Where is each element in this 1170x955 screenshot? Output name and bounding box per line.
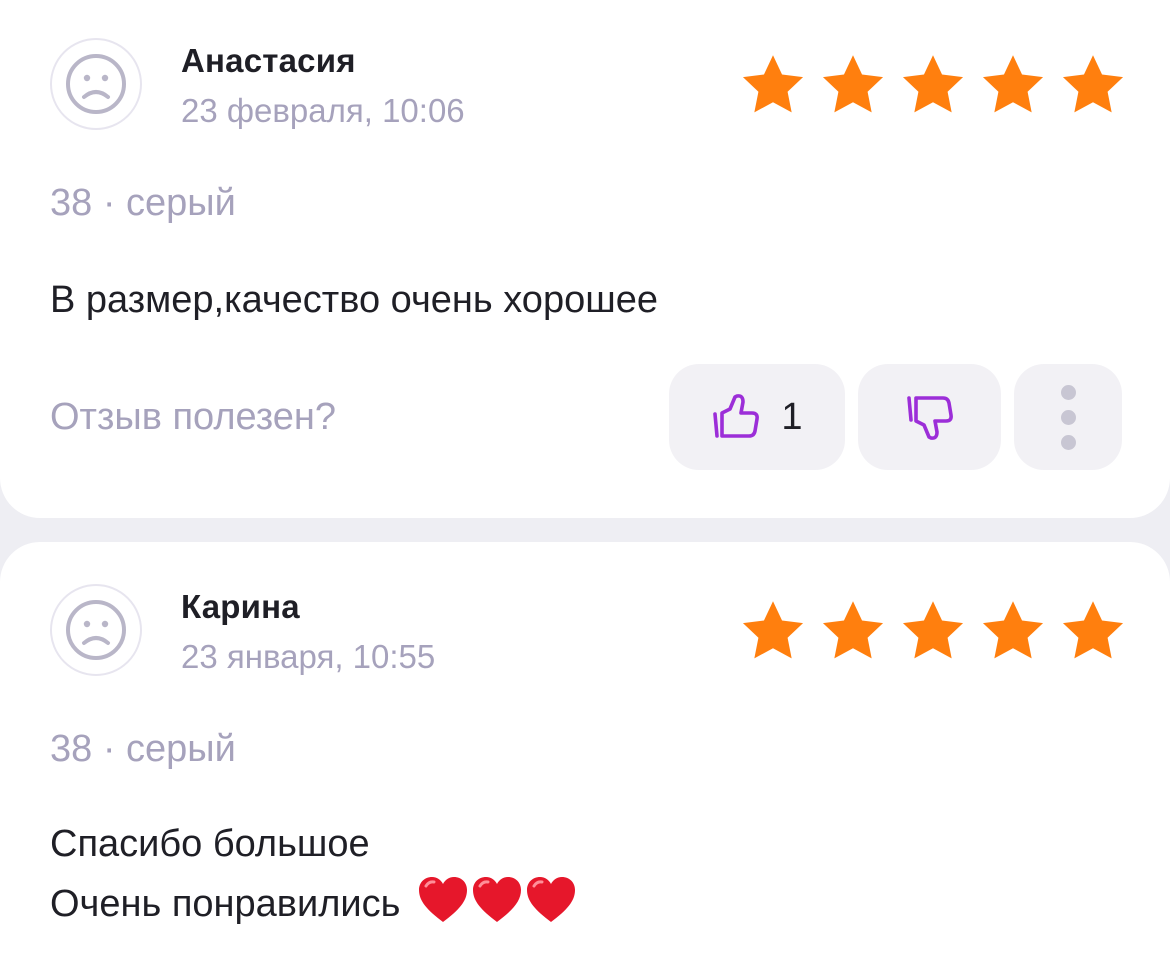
like-count: 1 (781, 395, 803, 438)
author-name: Карина (181, 588, 300, 625)
heart-emoji-icon (472, 877, 521, 922)
review-card: Карина 23 января, 10:55 38 · серый Спаси… (0, 542, 1170, 955)
review-date: 23 февраля, 10:06 (181, 92, 465, 129)
star-icon (982, 55, 1044, 113)
author-name: Анастасия (181, 42, 356, 79)
star-icon (982, 601, 1044, 659)
star-icon (822, 601, 884, 659)
review-card: Анастасия 23 февраля, 10:06 38 · серый В… (0, 0, 1170, 518)
star-icon (1062, 55, 1124, 113)
star-icon (902, 55, 964, 113)
review-text-line-with-emoji: Очень понравились (50, 874, 577, 934)
variant-info: 38 · серый (50, 728, 236, 770)
more-vertical-icon (1060, 384, 1076, 450)
dislike-button[interactable] (858, 364, 1001, 470)
avatar (50, 38, 142, 130)
rating-stars (738, 596, 1128, 666)
star-icon (1062, 601, 1124, 659)
review-date: 23 января, 10:55 (181, 638, 436, 675)
star-icon (742, 55, 804, 113)
review-text-line: Очень понравились (50, 883, 401, 925)
sad-face-icon (66, 600, 126, 660)
sad-face-icon (66, 54, 126, 114)
star-icon (822, 55, 884, 113)
more-options-button[interactable] (1014, 364, 1122, 470)
thumbs-down-icon (906, 396, 953, 440)
star-icon (742, 601, 804, 659)
review-text-line: В размер,качество очень хорошее (50, 279, 658, 321)
like-button[interactable]: 1 (669, 364, 845, 470)
review-text: В размер,качество очень хорошее (50, 270, 658, 330)
star-icon (902, 601, 964, 659)
heart-emoji-icon (418, 877, 467, 922)
heart-emoji-icon (526, 877, 575, 922)
variant-info: 38 · серый (50, 182, 236, 224)
review-text-line: Спасибо большое (50, 823, 370, 865)
avatar (50, 584, 142, 676)
rating-stars (738, 50, 1128, 120)
thumbs-up-icon (713, 394, 760, 438)
review-text: Спасибо большое Очень понравились (50, 814, 577, 934)
helpful-question: Отзыв полезен? (50, 396, 337, 438)
